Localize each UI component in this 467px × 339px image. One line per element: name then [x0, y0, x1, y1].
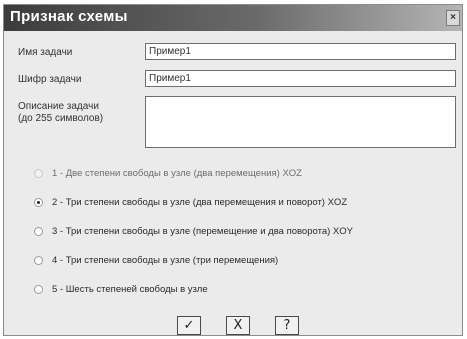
- dialog-title: Признак схемы: [10, 8, 128, 25]
- scheme-label-5: 5 - Шесть степеней свободы в узле: [52, 284, 208, 295]
- scheme-option-2[interactable]: 2 - Три степени свободы в узле (два пере…: [34, 197, 347, 208]
- cancel-button[interactable]: X: [226, 316, 250, 335]
- scheme-attribute-dialog: Признак схемы × Имя задачи Шифр задачи О…: [3, 4, 463, 336]
- scheme-option-5[interactable]: 5 - Шесть степеней свободы в узле: [34, 284, 208, 295]
- scheme-radio-4[interactable]: [34, 256, 43, 265]
- scheme-radio-2[interactable]: [34, 198, 43, 207]
- help-button[interactable]: ?: [275, 316, 299, 335]
- task-name-label: Имя задачи: [18, 47, 73, 58]
- task-description-label: Описание задачи: [18, 101, 99, 112]
- scheme-label-1: 1 - Две степени свободы в узле (два пере…: [52, 168, 302, 179]
- scheme-option-4[interactable]: 4 - Три степени свободы в узле (три пере…: [34, 255, 278, 266]
- task-code-label: Шифр задачи: [18, 74, 82, 85]
- help-icon: ?: [283, 318, 291, 333]
- scheme-label-2: 2 - Три степени свободы в узле (два пере…: [52, 197, 348, 208]
- ok-button[interactable]: ✓: [177, 316, 201, 335]
- scheme-label-3: 3 - Три степени свободы в узле (перемеще…: [52, 226, 353, 237]
- close-icon[interactable]: ×: [446, 10, 460, 26]
- scheme-radio-1: [34, 169, 43, 178]
- task-name-input[interactable]: [145, 43, 456, 60]
- cancel-icon: X: [233, 318, 243, 333]
- scheme-radio-5[interactable]: [34, 285, 43, 294]
- task-description-hint: (до 255 символов): [18, 113, 104, 124]
- scheme-option-1: 1 - Две степени свободы в узле (два пере…: [34, 168, 302, 179]
- task-description-input[interactable]: [145, 96, 456, 148]
- checkmark-icon: ✓: [183, 318, 195, 333]
- scheme-option-3[interactable]: 3 - Три степени свободы в узле (перемеще…: [34, 226, 353, 237]
- scheme-label-4: 4 - Три степени свободы в узле (три пере…: [52, 255, 279, 266]
- title-bar[interactable]: Признак схемы ×: [4, 5, 462, 31]
- task-code-input[interactable]: [145, 70, 456, 87]
- scheme-radio-3[interactable]: [34, 227, 43, 236]
